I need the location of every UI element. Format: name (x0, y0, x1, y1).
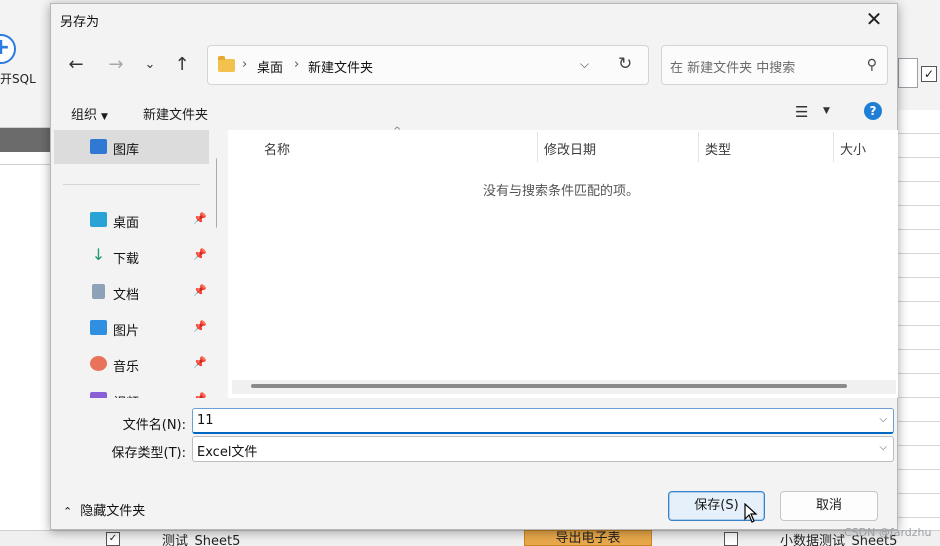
pin-icon: 📌 (193, 356, 207, 369)
sidebar-item-label: 音乐 (113, 360, 140, 375)
sidebar-item-pictures[interactable]: 图片 📌 (54, 311, 209, 345)
organize-label: 组织 (71, 108, 98, 123)
column-separator[interactable] (833, 132, 834, 162)
sidebar-item-label: 视频 (113, 392, 139, 398)
background-grid (898, 110, 940, 530)
sort-ascending-icon: ^ (393, 126, 402, 137)
hide-folders-toggle[interactable]: ⌃ 隐藏文件夹 (63, 500, 145, 519)
pin-icon: 📌 (193, 284, 207, 297)
sidebar-divider (63, 184, 200, 185)
filetype-select[interactable]: Excel文件 ⌵ (192, 436, 894, 462)
pin-icon: 📌 (193, 320, 207, 333)
recent-locations-chevron-icon[interactable]: ⌄ (139, 54, 161, 76)
row-checkbox[interactable]: ✓ (106, 532, 120, 546)
background-checkbox[interactable]: ✓ (921, 66, 937, 82)
organize-menu-button[interactable]: 组织 ▼ (71, 104, 108, 123)
chevron-down-icon[interactable]: ⌵ (580, 57, 589, 72)
filename-value: 11 (197, 413, 214, 428)
pin-icon: 📌 (193, 392, 207, 398)
column-header-type[interactable]: 类型 (705, 139, 731, 158)
search-icon[interactable]: ⚲ (867, 57, 877, 73)
pin-icon: 📌 (193, 248, 207, 261)
horizontal-scrollbar[interactable] (232, 380, 896, 394)
filename-field[interactable]: 11 ⌵ (192, 408, 894, 434)
pin-icon: 📌 (193, 212, 207, 225)
search-input[interactable]: 在 新建文件夹 中搜索 ⚲ (661, 45, 888, 85)
pictures-icon (90, 320, 107, 335)
sidebar-item-music[interactable]: 音乐 📌 (54, 347, 209, 381)
add-sql-label: 开SQL (0, 72, 36, 86)
background-input[interactable] (898, 58, 918, 88)
column-header-size[interactable]: 大小 (840, 139, 866, 158)
column-separator[interactable] (698, 132, 699, 162)
sidebar-item-label: 桌面 (113, 216, 140, 231)
folder-icon (218, 56, 235, 72)
sidebar-item-gallery[interactable]: 图库 (54, 130, 209, 164)
search-placeholder: 在 新建文件夹 中搜索 (670, 61, 796, 76)
sidebar-item-label: 图片 (113, 324, 140, 339)
sidebar-item-videos[interactable]: 视频 📌 (54, 383, 209, 398)
row-checkbox-2[interactable] (724, 532, 738, 546)
title-bar[interactable]: 另存为 ✕ (51, 4, 897, 34)
gallery-icon (90, 139, 107, 154)
filetype-label: 保存类型(T): (111, 446, 186, 461)
column-separator[interactable] (537, 132, 538, 162)
sidebar-item-label: 文档 (113, 288, 140, 303)
save-as-dialog: 另存为 ✕ ← → ⌄ ↑ › 桌面 › 新建文件夹 ⌵ ↻ 在 新建文件夹 中… (50, 3, 898, 530)
sidebar-item-desktop[interactable]: 桌面 📌 (54, 203, 209, 237)
sidebar-scrollbar[interactable] (216, 158, 217, 228)
address-bar[interactable]: › 桌面 › 新建文件夹 ⌵ ↻ (207, 45, 649, 85)
back-arrow-icon[interactable]: ← (65, 54, 87, 76)
caret-down-icon[interactable]: ▼ (823, 106, 830, 116)
cancel-button[interactable]: 取消 (780, 491, 878, 521)
file-list[interactable]: ^ 名称 修改日期 类型 大小 没有与搜索条件匹配的项。 (228, 126, 898, 398)
help-icon[interactable]: ? (864, 102, 882, 120)
sidebar-item-downloads[interactable]: ↓ 下载 📌 (54, 239, 209, 273)
new-folder-button[interactable]: 新建文件夹 (143, 104, 208, 123)
view-options-icon[interactable]: ☰ (795, 103, 808, 121)
scrollbar-thumb[interactable] (251, 384, 847, 388)
watermark: CSDN @fardzhu (844, 526, 932, 539)
sidebar-item-label: 下载 (113, 252, 140, 267)
breadcrumb-new-folder[interactable]: 新建文件夹 (308, 57, 373, 76)
close-icon[interactable]: ✕ (851, 4, 897, 34)
breadcrumb-separator: › (242, 57, 248, 72)
music-icon (90, 356, 107, 371)
breadcrumb-desktop[interactable]: 桌面 (257, 57, 283, 76)
caret-down-icon: ▼ (101, 112, 108, 122)
refresh-icon[interactable]: ↻ (618, 54, 632, 74)
filetype-value: Excel文件 (197, 445, 258, 460)
empty-list-message: 没有与搜索条件匹配的项。 (483, 184, 640, 199)
forward-arrow-icon[interactable]: → (105, 54, 127, 76)
command-bar: 组织 ▼ 新建文件夹 ☰ ▼ ? (51, 96, 897, 128)
breadcrumb-separator: › (294, 57, 300, 72)
chevron-up-icon: ⌃ (63, 505, 73, 518)
filename-label: 文件名(N): (122, 418, 186, 433)
download-icon: ↓ (91, 245, 106, 264)
dialog-title: 另存为 (60, 15, 100, 30)
video-icon (90, 392, 107, 398)
export-spreadsheet-button[interactable]: 导出电子表 (524, 530, 652, 546)
navigation-pane: 图库 桌面 📌 ↓ 下载 📌 文档 📌 图片 📌 音乐 📌 (54, 130, 217, 398)
mouse-cursor-icon (744, 503, 758, 523)
row-name: 测试_Sheet5 (162, 534, 241, 546)
column-header-date-modified[interactable]: 修改日期 (544, 139, 596, 158)
chevron-down-icon[interactable]: ⌵ (879, 414, 887, 425)
chevron-down-icon[interactable]: ⌵ (879, 442, 887, 453)
sidebar-item-documents[interactable]: 文档 📌 (54, 275, 209, 309)
document-icon (92, 284, 105, 299)
desktop-icon (90, 212, 107, 227)
column-header-name[interactable]: 名称 (264, 139, 290, 158)
sidebar-item-label: 图库 (113, 143, 140, 158)
hide-folders-label: 隐藏文件夹 (80, 504, 146, 519)
up-arrow-icon[interactable]: ↑ (171, 54, 193, 76)
